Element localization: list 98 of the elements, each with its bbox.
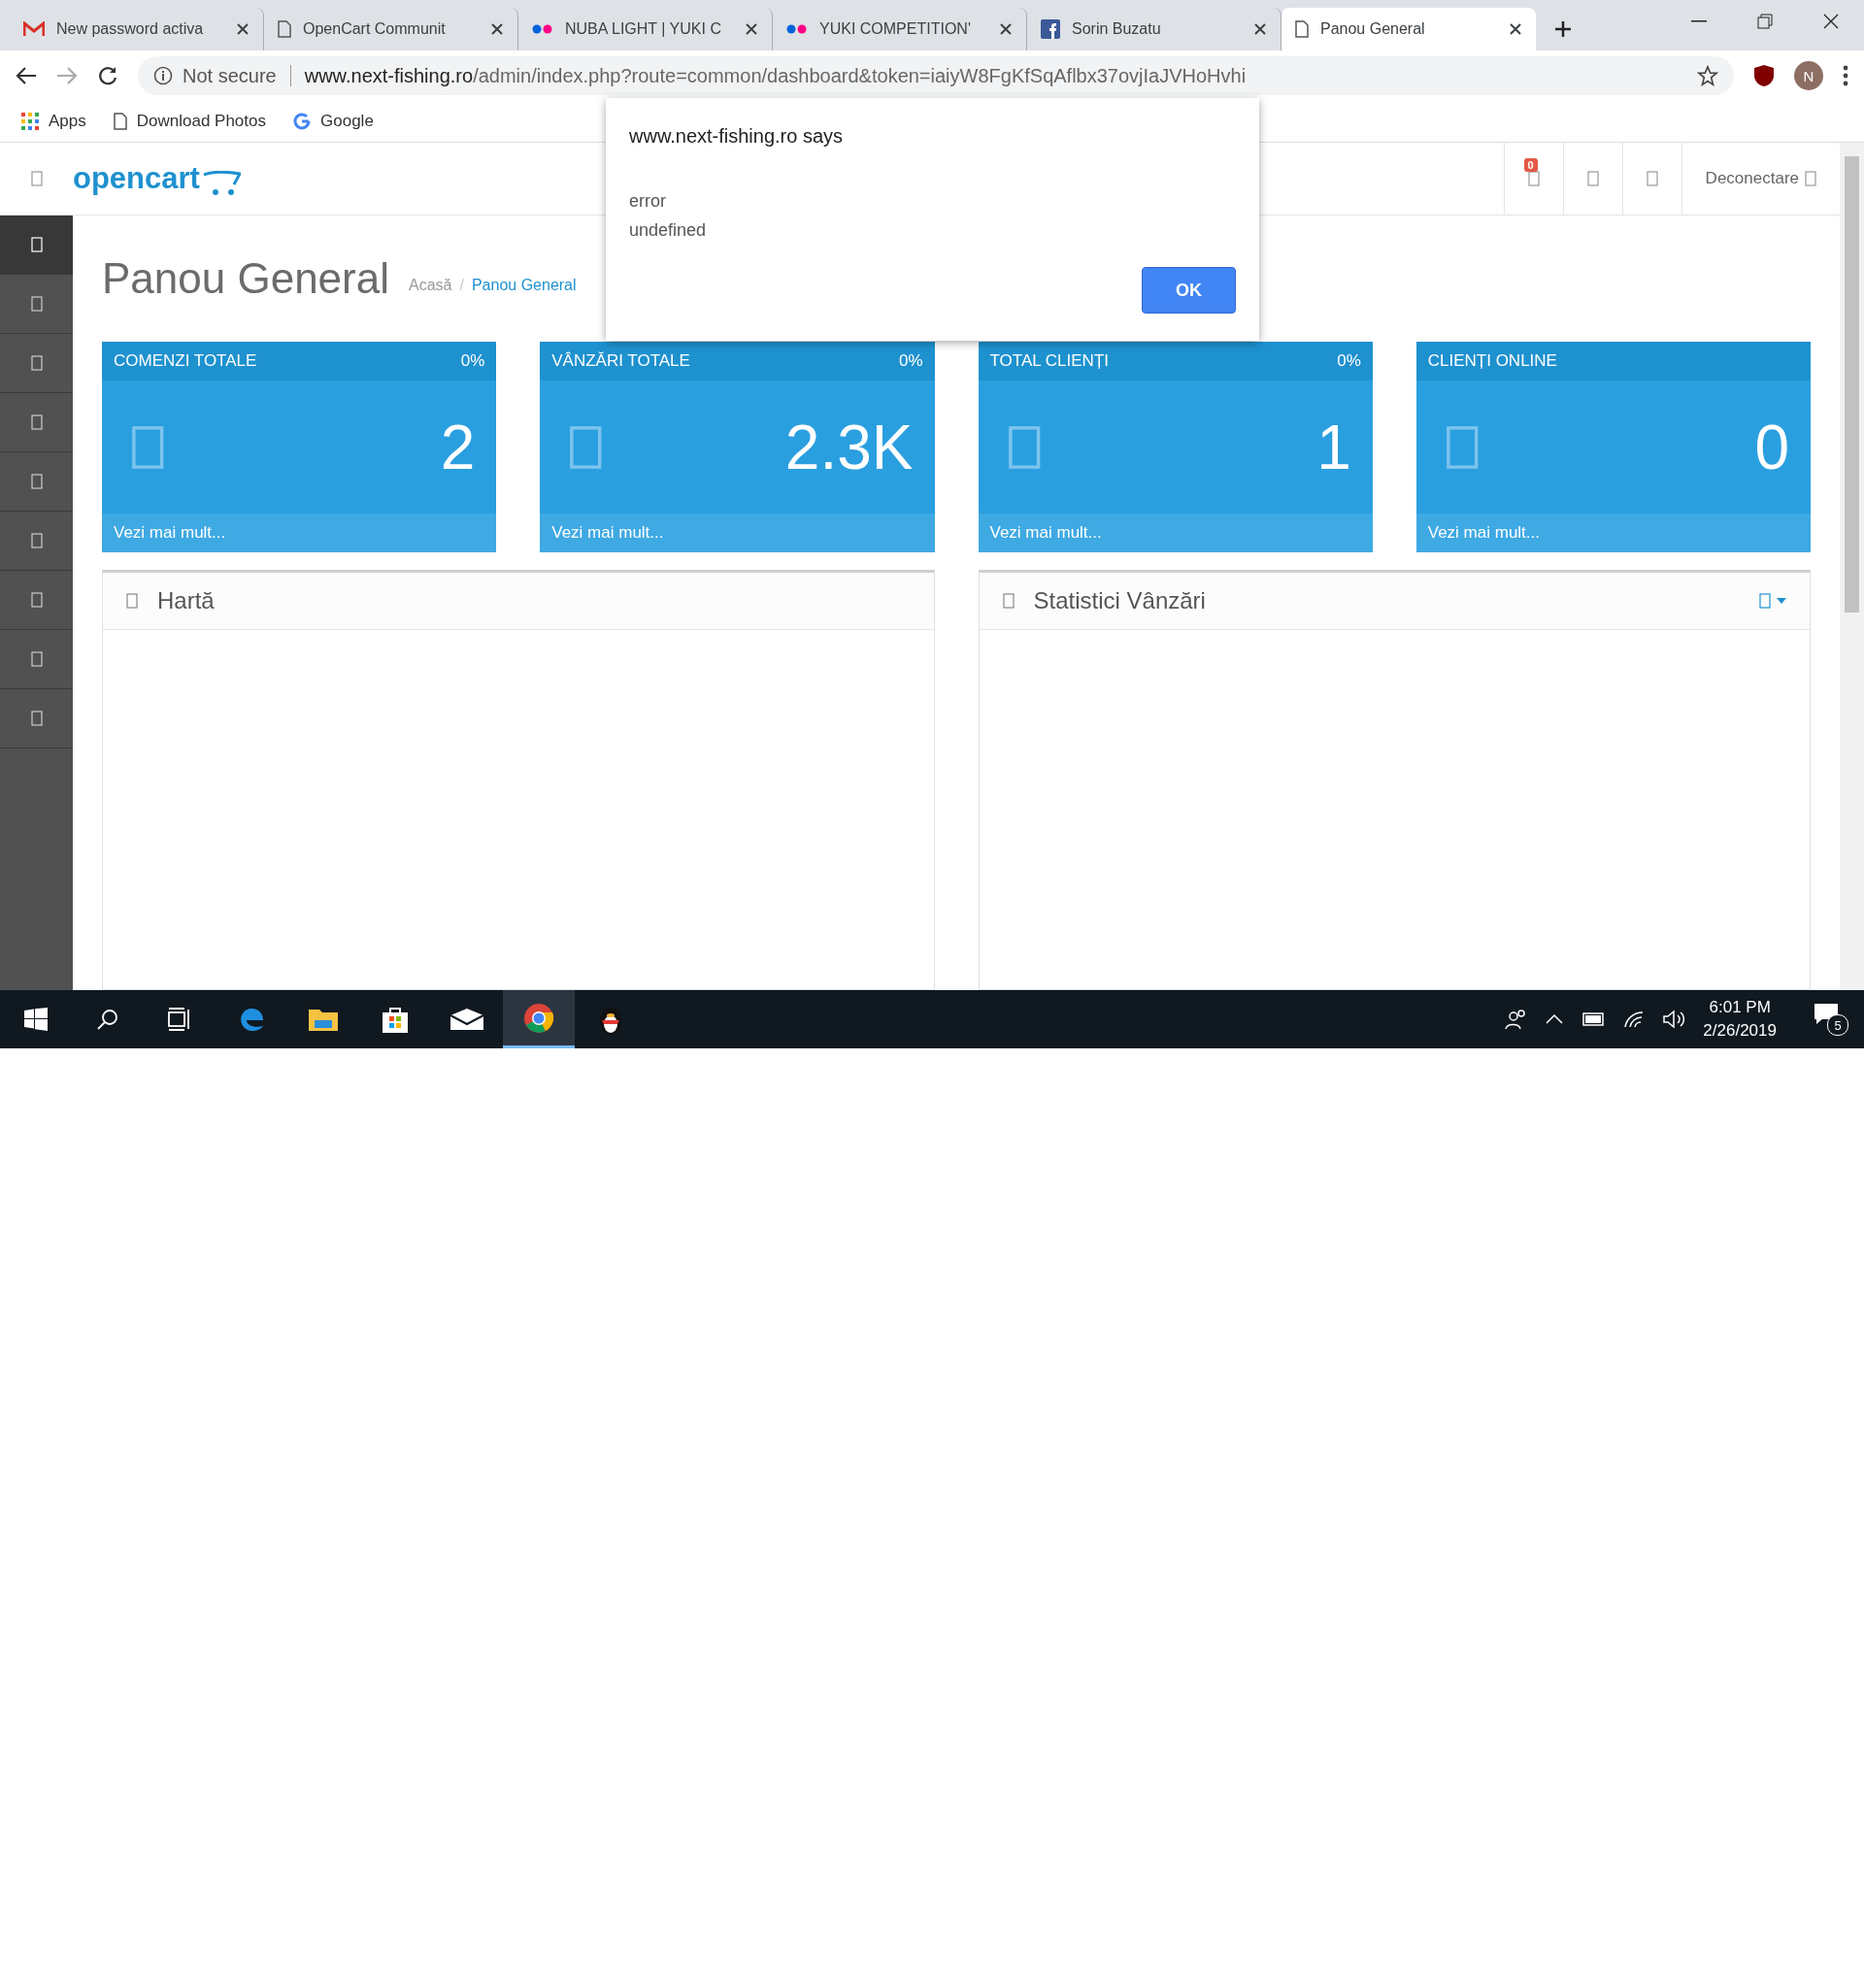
breadcrumb-link[interactable]: Panou General (471, 277, 577, 294)
close-icon[interactable] (745, 22, 758, 36)
close-icon[interactable] (1823, 14, 1839, 29)
close-icon[interactable] (1253, 22, 1267, 36)
count-badge: 5 (1827, 1014, 1848, 1036)
card-value: 0 (1754, 411, 1789, 483)
star-icon[interactable] (1697, 65, 1718, 86)
square-icon (1646, 171, 1658, 186)
square-icon (30, 711, 43, 726)
action-center-button[interactable]: 5 (1814, 1003, 1848, 1036)
square-icon (1759, 593, 1771, 609)
card-percent: 0% (898, 351, 923, 371)
card-percent: 0% (1337, 351, 1361, 371)
url-text: www.next-fishing.ro/admin/index.php?route=common/dashboard&token=iaiyW8FgKfSqAflbx37ovjIaJVHoHvhi (304, 64, 1248, 87)
search-icon (96, 1008, 119, 1031)
square-icon (1002, 593, 1015, 609)
plus-icon[interactable] (1553, 19, 1573, 39)
wifi-icon[interactable] (1623, 1011, 1646, 1028)
clock-date[interactable]: 2/26/2019 (1703, 1021, 1777, 1041)
card-title: VÂNZĂRI TOTALE (551, 351, 690, 371)
square-icon (30, 296, 43, 312)
square-icon (30, 474, 43, 489)
bookmark-link[interactable]: Download Photos (136, 112, 266, 131)
close-icon[interactable] (490, 22, 504, 36)
chevron-up-icon[interactable] (1546, 1014, 1564, 1024)
back-arrow-icon[interactable] (16, 66, 37, 85)
square-icon (30, 651, 43, 667)
dialog-title: www.next-fishing.ro says (629, 125, 845, 148)
dropdown-button[interactable] (1759, 593, 1786, 609)
card-value: 1 (1316, 411, 1351, 483)
shield-icon[interactable] (1753, 64, 1775, 87)
dialog-message: error (629, 190, 667, 213)
browser-tab[interactable]: Panou General (1282, 8, 1536, 50)
grid-icon (21, 113, 39, 130)
more-icon[interactable] (1843, 65, 1848, 86)
f-square-icon (1041, 19, 1060, 39)
windows-icon (24, 1008, 48, 1031)
square-icon (30, 414, 43, 430)
panel-title: Hartă (157, 587, 216, 614)
close-icon[interactable] (236, 22, 250, 36)
notifications-button[interactable]: 0 (1503, 143, 1563, 215)
card-title: COMENZI TOTALE (114, 351, 257, 371)
security-label: Not secure (183, 64, 277, 87)
bookmark-link[interactable]: Apps (49, 112, 86, 131)
page-icon (1295, 20, 1309, 38)
g-icon (293, 113, 311, 130)
square-icon (1445, 424, 1480, 470)
cart-icon (201, 171, 241, 196)
card-value: 2 (440, 411, 476, 483)
logo[interactable]: opencart (73, 161, 241, 196)
page-icon (113, 113, 127, 130)
battery-icon[interactable] (1581, 1011, 1607, 1027)
square-icon (30, 171, 43, 186)
envelope-icon (449, 1008, 484, 1031)
taskbar-app[interactable] (503, 990, 575, 1048)
minimize-icon[interactable] (1691, 20, 1707, 22)
square-icon (1805, 171, 1816, 186)
sidebar-item[interactable] (0, 215, 73, 275)
square-icon (30, 237, 43, 252)
card-value: 2.3K (784, 411, 914, 483)
address-bar[interactable]: Not secure www.next-fishing.ro/admin/index.php?route=common/dashboard&token=iaiyW8FgKfSqAflbx37ovjIaJVHoHvhi (138, 56, 1734, 95)
square-icon (30, 533, 43, 548)
clock-time[interactable]: 6:01 PM (1709, 998, 1771, 1017)
folder-icon (308, 1007, 339, 1032)
scrollbar[interactable] (1840, 143, 1864, 990)
card-title: TOTAL CLIENȚI (989, 351, 1109, 371)
info-icon (153, 66, 173, 85)
square-icon (126, 593, 138, 609)
profile-avatar[interactable]: N (1794, 61, 1823, 90)
dialog-message: undefined (629, 219, 708, 242)
task-view-icon (167, 1008, 192, 1031)
two-dots-icon (786, 24, 808, 34)
close-icon[interactable] (999, 22, 1013, 36)
bookmark-link[interactable]: Google (320, 112, 374, 131)
square-icon (30, 592, 43, 608)
square-icon (1586, 171, 1599, 186)
caret-icon (1777, 598, 1786, 604)
square-icon (131, 424, 165, 470)
page-icon (278, 20, 291, 38)
page-title: Panou General (102, 254, 389, 303)
square-icon (1527, 171, 1540, 186)
speaker-icon[interactable] (1662, 1010, 1686, 1029)
shopping-bag-icon (382, 1005, 409, 1034)
card-title: CLIENȚI ONLINE (1427, 351, 1557, 371)
square-icon (1007, 424, 1041, 470)
square-icon (569, 424, 603, 470)
two-dots-icon (532, 24, 553, 34)
card-percent: 0% (460, 351, 485, 371)
close-icon[interactable] (1509, 22, 1522, 36)
reload-icon[interactable] (97, 65, 118, 86)
panel-title: Statistici Vânzări (1033, 587, 1207, 614)
envelope-m-icon (23, 21, 45, 37)
square-icon (30, 355, 43, 371)
restore-icon[interactable] (1757, 14, 1773, 29)
breadcrumb-separator: / (459, 277, 464, 294)
chrome-icon (523, 1002, 554, 1034)
ok-button[interactable]: OK (1142, 267, 1236, 314)
count-badge: 0 (1523, 158, 1538, 172)
